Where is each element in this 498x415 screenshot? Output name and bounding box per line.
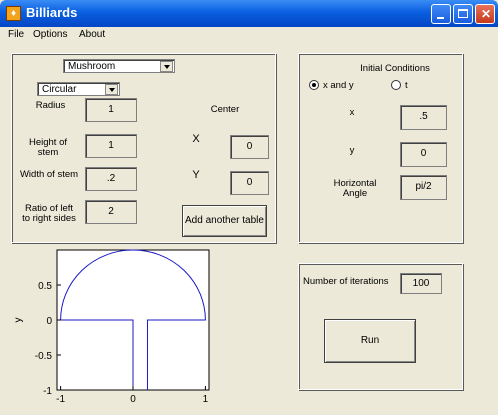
x-tick-label: -1 (56, 394, 65, 405)
radio-x-and-y[interactable] (309, 80, 319, 90)
billiard-plot: -1 0 1 0.5 0 -0.5 -1 y (13, 249, 210, 405)
window-title: Billiards (26, 5, 78, 20)
chevron-down-icon (160, 61, 173, 72)
radio-x-and-y-label: x and y (323, 80, 354, 91)
iterations-label: Number of iterations (303, 276, 389, 287)
y-tick-label: 0.5 (38, 281, 52, 292)
center-x-label: X (192, 133, 200, 145)
menu-bar (0, 27, 498, 43)
height-of-stem-field[interactable]: 1 (85, 134, 137, 158)
y-tick-label: -0.5 (35, 351, 53, 362)
matlab-icon: ♦ (6, 6, 21, 21)
horizontal-angle-field[interactable]: pi/2 (400, 175, 447, 200)
menu-file[interactable]: File (8, 29, 24, 40)
maximize-icon (458, 9, 468, 18)
ic-x-field[interactable]: .5 (400, 105, 447, 130)
cap-shape-value: Circular (42, 84, 77, 95)
chevron-down-icon (105, 84, 118, 95)
minimize-icon (437, 17, 444, 19)
label-line: stem (37, 147, 59, 158)
center-x-field[interactable]: 0 (230, 135, 269, 159)
width-of-stem-field[interactable]: .2 (85, 167, 137, 191)
height-of-stem-label: Height of stem (22, 138, 74, 158)
label-line: to right sides (22, 213, 76, 224)
menu-options[interactable]: Options (33, 29, 67, 40)
center-label: Center (210, 104, 240, 115)
width-of-stem-label: Width of stem (19, 169, 79, 180)
maximize-button[interactable] (453, 4, 473, 24)
ic-y-field[interactable]: 0 (400, 142, 447, 167)
ic-y-label: y (349, 145, 355, 156)
table-type-value: Mushroom (68, 61, 116, 72)
run-button[interactable]: Run (324, 319, 416, 363)
y-tick-label: 0 (46, 316, 52, 327)
radio-t-label: t (405, 80, 408, 91)
iterations-field[interactable]: 100 (400, 273, 442, 294)
y-tick-label: -1 (43, 386, 52, 397)
y-axis-label: y (13, 318, 24, 323)
close-icon: ✕ (480, 7, 492, 21)
center-y-label: Y (192, 169, 200, 181)
radio-t[interactable] (391, 80, 401, 90)
radius-field[interactable]: 1 (85, 98, 137, 122)
ic-x-label: x (349, 107, 355, 118)
cap-shape-select[interactable]: Circular (37, 82, 120, 96)
table-type-select[interactable]: Mushroom (63, 59, 175, 73)
ratio-field[interactable]: 2 (85, 200, 137, 224)
center-y-field[interactable]: 0 (230, 171, 269, 195)
initial-conditions-title: Initial Conditions (360, 63, 430, 74)
minimize-button[interactable] (431, 4, 451, 24)
add-table-button[interactable]: Add another table (182, 205, 267, 237)
radius-label: Radius (35, 100, 66, 111)
x-tick-label: 1 (203, 394, 209, 405)
x-tick-label: 0 (130, 394, 136, 405)
close-button[interactable]: ✕ (475, 4, 495, 24)
label-line: Angle (342, 188, 368, 199)
menu-about[interactable]: About (79, 29, 105, 40)
horizontal-angle-label: Horizontal Angle (320, 179, 390, 199)
ratio-label: Ratio of left to right sides (18, 204, 80, 224)
